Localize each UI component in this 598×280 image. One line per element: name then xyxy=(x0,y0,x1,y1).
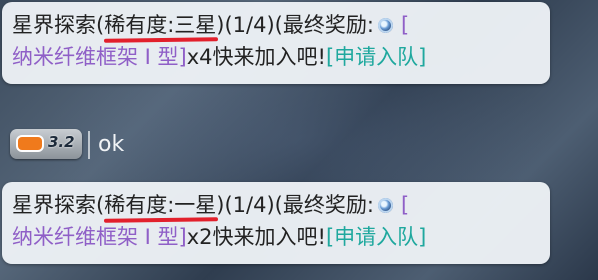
rarity-text: 稀有度:三星 xyxy=(104,13,217,37)
reward-item-link[interactable]: 纳米纤维框架 I 型] xyxy=(12,45,187,69)
message-prefix: 星界探索( xyxy=(12,193,105,217)
badge-value: 3.2 xyxy=(48,133,75,151)
player-badge[interactable]: 3.2 xyxy=(10,129,82,159)
message-line-2: 纳米纤维框架 I 型]x2快来加入吧![申请入队] xyxy=(12,220,550,252)
gem-icon xyxy=(377,17,393,33)
chat-message-team-invite-1: 星界探索(稀有度:三星)(1/4)(最终奖励: [ 纳米纤维框架 I 型]x4快来… xyxy=(2,2,550,84)
reward-qty-text: x2快来加入吧! xyxy=(186,225,326,249)
item-bracket-open[interactable]: [ xyxy=(401,13,409,37)
item-bracket-open[interactable]: [ xyxy=(401,193,409,217)
message-line-1: 星界探索(稀有度:一星)(1/4)(最终奖励: [ xyxy=(12,188,550,220)
message-line-2: 纳米纤维框架 I 型]x4快来加入吧![申请入队] xyxy=(12,40,550,72)
rarity-text: 稀有度:一星 xyxy=(104,193,217,217)
message-prefix: 星界探索( xyxy=(12,13,105,37)
reward-qty-text: x4快来加入吧! xyxy=(186,45,326,69)
join-team-link[interactable]: [申请入队] xyxy=(326,225,426,249)
progress-text: )(1/4)(最终奖励: xyxy=(216,13,374,37)
level-icon xyxy=(16,135,44,152)
gem-icon xyxy=(377,197,393,213)
progress-text: )(1/4)(最终奖励: xyxy=(216,193,374,217)
reward-item-link[interactable]: 纳米纤维框架 I 型] xyxy=(12,225,187,249)
join-team-link[interactable]: [申请入队] xyxy=(326,45,426,69)
divider xyxy=(88,131,90,159)
message-line-1: 星界探索(稀有度:三星)(1/4)(最终奖励: [ xyxy=(12,8,550,40)
chat-message-team-invite-2: 星界探索(稀有度:一星)(1/4)(最终奖励: [ 纳米纤维框架 I 型]x2快来… xyxy=(2,182,550,264)
chat-message-ok: 3.2 ok xyxy=(10,127,210,163)
message-text: ok xyxy=(98,132,125,157)
